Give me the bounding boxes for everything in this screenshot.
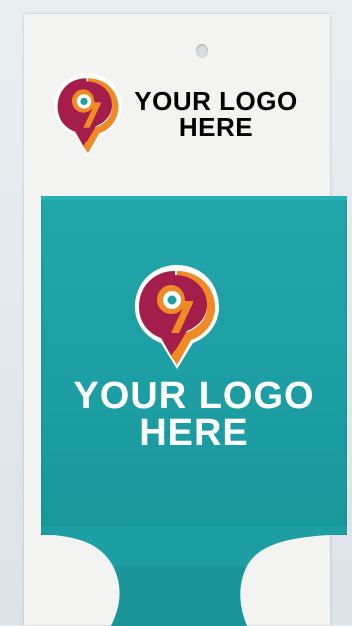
hang-hole (196, 44, 208, 58)
product-photo: YOUR LOGO HERE YOUR LOGO HERE (0, 0, 352, 626)
sleeve-logo-line2: HERE (139, 412, 249, 454)
sleeve-bottom-flap (41, 526, 347, 626)
sleeve-logo-text: YOUR LOGO HERE (41, 375, 347, 454)
map-pin-logo-icon (54, 73, 122, 157)
card-logo-text: YOUR LOGO HERE (118, 88, 314, 140)
map-pin-logo-icon (135, 265, 219, 369)
sleeve-logo-line1: YOUR LOGO (73, 375, 315, 417)
card-logo-line2: HERE (178, 112, 254, 142)
card-logo-line1: YOUR LOGO (134, 86, 298, 116)
can-cooler-sleeve: YOUR LOGO HERE (41, 196, 347, 626)
card-logo: YOUR LOGO HERE (48, 70, 318, 165)
sleeve-logo: YOUR LOGO HERE (41, 258, 347, 518)
